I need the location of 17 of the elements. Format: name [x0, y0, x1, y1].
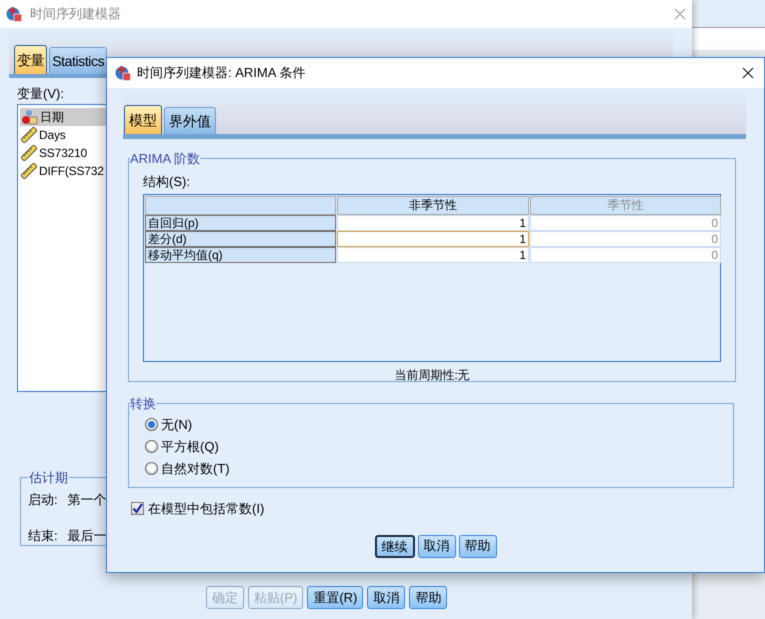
periodicity-text: 当前周期性:无 — [394, 367, 470, 384]
column-header: 季节性 — [530, 196, 721, 215]
structure-label: 结构(S): — [143, 172, 190, 191]
group-title: 转换 — [130, 395, 156, 413]
window-title: 时间序列建模器 — [30, 5, 122, 24]
period-label: 启动: — [28, 490, 58, 508]
group-title: 估计期 — [28, 469, 69, 487]
dialog-title: 时间序列建模器: ARIMA 条件 — [137, 64, 306, 82]
column-header: 非季节性 — [337, 196, 529, 215]
row-header: 移动平均值(q) — [145, 247, 336, 263]
row-header: 差分(d) — [145, 231, 336, 247]
period-value: 最后一 — [68, 527, 107, 545]
group-title: ARIMA 阶数 — [130, 150, 200, 168]
period-label: 结束: — [28, 527, 58, 545]
row-header: 自回归(p) — [145, 215, 336, 231]
variables-label: 变量(V): — [17, 86, 64, 101]
period-value: 第一个 — [68, 490, 107, 508]
